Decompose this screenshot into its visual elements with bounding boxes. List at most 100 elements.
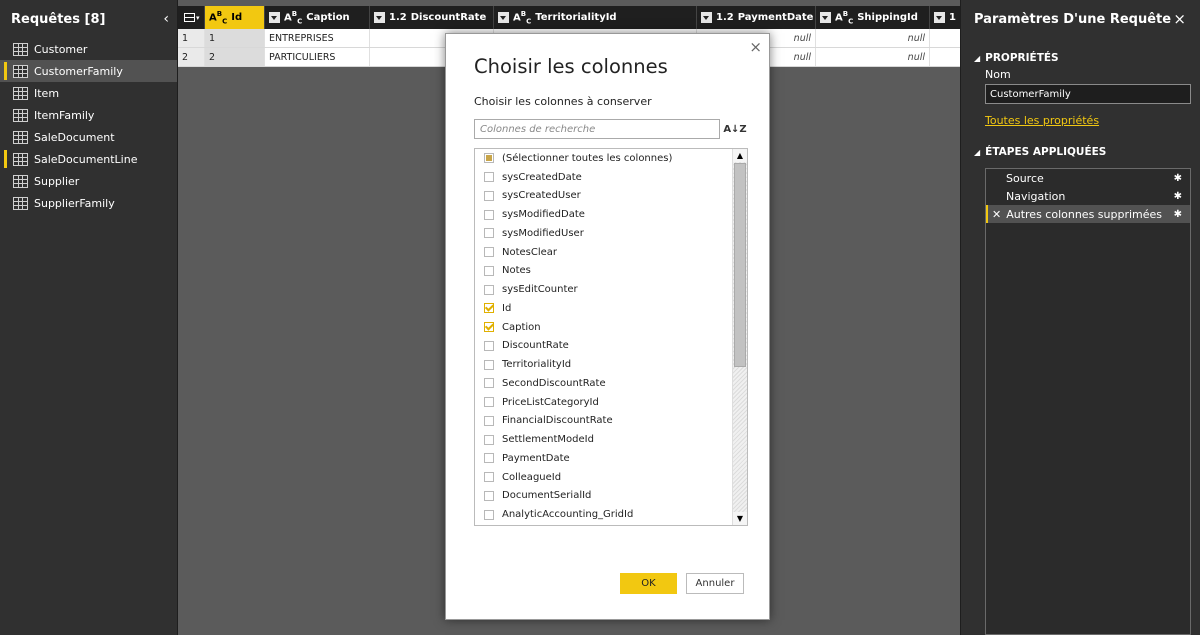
collapse-pane-icon[interactable]: ‹	[163, 11, 169, 27]
query-item[interactable]: Customer	[0, 38, 177, 60]
query-label: Item	[34, 86, 60, 100]
query-item[interactable]: SupplierFamily	[0, 192, 177, 214]
cell-next[interactable]	[930, 48, 960, 66]
checkbox[interactable]	[484, 434, 494, 445]
column-item[interactable]: sysModifiedUser	[475, 224, 747, 243]
column-item[interactable]: PaymentDate	[475, 449, 747, 468]
dropdown-icon[interactable]	[701, 12, 712, 23]
cell-shippingid[interactable]: null	[816, 48, 930, 66]
checkbox[interactable]	[484, 415, 494, 426]
ok-button[interactable]: OK	[620, 573, 677, 594]
table-icon	[13, 86, 28, 100]
checkbox[interactable]	[484, 472, 494, 483]
scroll-up-icon[interactable]: ▲	[733, 149, 747, 162]
column-header-next[interactable]: 1	[930, 6, 960, 29]
column-item[interactable]: FinancialDiscountRate	[475, 412, 747, 431]
applied-step[interactable]: ✕ Autres colonnes supprimées ✱	[986, 205, 1190, 223]
checkbox[interactable]	[484, 190, 494, 201]
applied-step[interactable]: Navigation ✱	[986, 187, 1190, 205]
search-columns-input[interactable]	[474, 119, 720, 139]
query-item[interactable]: Item	[0, 82, 177, 104]
checkbox[interactable]	[484, 490, 494, 501]
scroll-down-icon[interactable]: ▼	[733, 512, 747, 525]
checkbox[interactable]	[484, 509, 494, 520]
column-item[interactable]: Caption	[475, 318, 747, 337]
checkbox[interactable]	[484, 340, 494, 351]
properties-section-header[interactable]: ◢ PROPRIÉTÉS	[961, 50, 1200, 66]
cell-id[interactable]: 2	[205, 48, 265, 66]
query-item[interactable]: Supplier	[0, 170, 177, 192]
dropdown-icon[interactable]	[498, 12, 509, 23]
table-icon	[13, 64, 28, 78]
applied-steps-section-header[interactable]: ◢ ÉTAPES APPLIQUÉES	[961, 144, 1200, 160]
column-item[interactable]: DocumentSerialId	[475, 487, 747, 506]
close-icon[interactable]: ×	[1173, 10, 1186, 28]
sort-icon[interactable]: A↓Z	[723, 119, 746, 139]
column-item[interactable]: SecondDiscountRate	[475, 374, 747, 393]
checkbox[interactable]	[484, 378, 494, 389]
cell-next[interactable]	[930, 29, 960, 47]
checkbox[interactable]	[484, 303, 494, 314]
query-item[interactable]: ItemFamily	[0, 104, 177, 126]
dropdown-icon[interactable]	[269, 12, 280, 23]
gear-icon[interactable]: ✱	[1174, 209, 1182, 220]
column-item[interactable]: TerritorialityId	[475, 355, 747, 374]
vertical-scrollbar[interactable]: ▲ ▼	[732, 149, 747, 525]
checkbox[interactable]	[484, 247, 494, 258]
close-icon[interactable]: ×	[749, 38, 762, 56]
dropdown-icon[interactable]	[374, 12, 385, 23]
column-item[interactable]: sysModifiedDate	[475, 205, 747, 224]
scroll-thumb[interactable]	[734, 163, 746, 367]
all-properties-link[interactable]: Toutes les propriétés	[961, 114, 1200, 127]
column-header-territorialityid[interactable]: ABC TerritorialityId	[494, 6, 697, 29]
column-header-shippingid[interactable]: ABC ShippingId	[816, 6, 930, 29]
checkbox[interactable]	[484, 209, 494, 220]
cell-id[interactable]: 1	[205, 29, 265, 47]
checkbox[interactable]	[484, 153, 494, 164]
query-name-input[interactable]	[985, 84, 1191, 104]
gear-icon[interactable]: ✱	[1174, 191, 1182, 202]
query-item[interactable]: SaleDocumentLine	[0, 148, 177, 170]
query-item[interactable]: CustomerFamily	[0, 60, 177, 82]
checkbox[interactable]	[484, 284, 494, 295]
selection-marker	[4, 150, 7, 168]
column-item[interactable]: Notes	[475, 262, 747, 281]
gear-icon[interactable]: ✱	[1174, 173, 1182, 184]
column-label: DiscountRate	[502, 340, 569, 352]
checkbox[interactable]	[484, 359, 494, 370]
cell-shippingid[interactable]: null	[816, 29, 930, 47]
column-item[interactable]: AnalyticAccounting_GridId	[475, 505, 747, 524]
checkbox[interactable]	[484, 397, 494, 408]
column-label: DocumentSerialId	[502, 490, 592, 502]
table-menu-icon[interactable]: ▾	[178, 6, 205, 29]
column-header-paymentdate[interactable]: 1.2 PaymentDate	[697, 6, 816, 29]
cell-caption[interactable]: ENTREPRISES	[265, 29, 370, 47]
table-icon	[13, 42, 28, 56]
checkbox[interactable]	[484, 228, 494, 239]
delete-step-icon[interactable]: ✕	[992, 208, 1001, 221]
column-item[interactable]: sysCreatedDate	[475, 168, 747, 187]
cell-caption[interactable]: PARTICULIERS	[265, 48, 370, 66]
column-item[interactable]: NotesClear	[475, 243, 747, 262]
dropdown-icon[interactable]	[820, 12, 831, 23]
column-item[interactable]: sysCreatedUser	[475, 187, 747, 206]
cancel-button[interactable]: Annuler	[686, 573, 744, 594]
checkbox[interactable]	[484, 453, 494, 464]
column-item[interactable]: DiscountRate	[475, 337, 747, 356]
column-item[interactable]: Id	[475, 299, 747, 318]
column-item[interactable]: SettlementModeId	[475, 430, 747, 449]
applied-step[interactable]: Source ✱	[986, 169, 1190, 187]
checkbox[interactable]	[484, 172, 494, 183]
column-header-id[interactable]: ABC Id	[205, 6, 265, 29]
column-header-discountrate[interactable]: 1.2 DiscountRate	[370, 6, 494, 29]
column-item[interactable]: PriceListCategoryId	[475, 393, 747, 412]
column-header-caption[interactable]: ABC Caption	[265, 6, 370, 29]
query-item[interactable]: SaleDocument	[0, 126, 177, 148]
column-item[interactable]: sysEditCounter	[475, 280, 747, 299]
query-label: SupplierFamily	[34, 196, 115, 210]
column-item[interactable]: ColleagueId	[475, 468, 747, 487]
checkbox[interactable]	[484, 265, 494, 276]
dropdown-icon[interactable]	[934, 12, 945, 23]
checkbox[interactable]	[484, 322, 494, 333]
select-all-item[interactable]: (Sélectionner toutes les colonnes)	[475, 149, 747, 168]
